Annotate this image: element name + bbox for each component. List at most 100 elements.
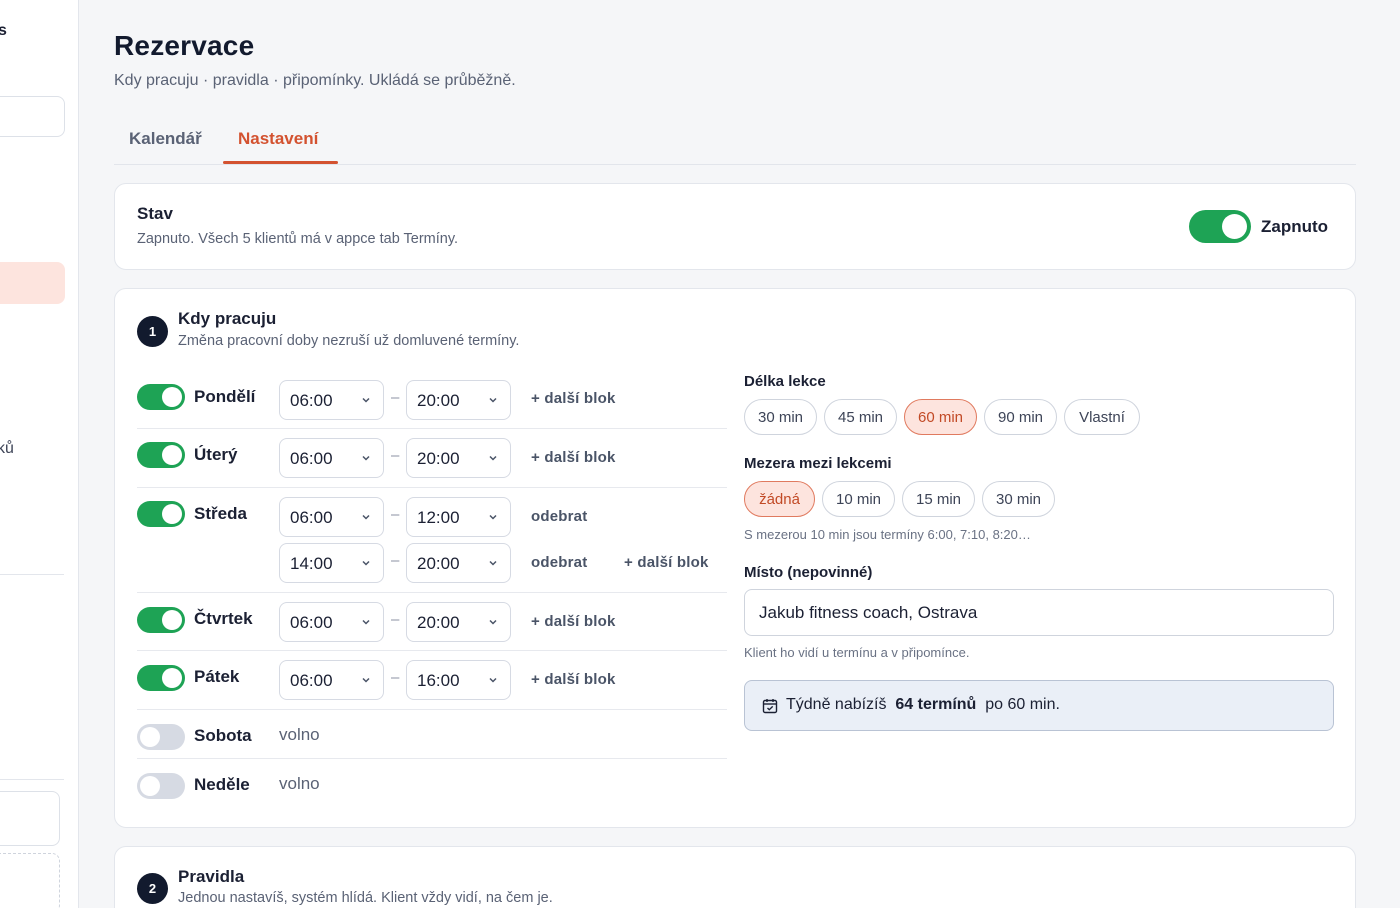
lesson-length-option[interactable]: 45 min [824, 399, 897, 435]
lesson-length-option-selected[interactable]: 60 min [904, 399, 977, 435]
add-block-link[interactable]: + další blok [624, 554, 709, 571]
chevron-down-icon [362, 677, 370, 683]
time-separator: – [391, 506, 400, 523]
weekly-slot-count: 64 termínů [895, 696, 977, 713]
sidebar-logo: s [0, 22, 7, 40]
day-name-friday: Pátek [194, 667, 240, 686]
lesson-length-label: Délka lekce [744, 373, 826, 390]
time-to-select[interactable]: 20:00 [406, 438, 511, 478]
row-divider [137, 487, 727, 488]
row-divider [137, 709, 727, 710]
time-to-select[interactable]: 20:00 [406, 543, 511, 583]
working-hours-card: 1 Kdy pracuju Změna pracovní doby nezruš… [114, 288, 1356, 828]
status-title: Stav [137, 204, 173, 223]
sidebar: s ků [0, 0, 79, 908]
place-label: Místo (nepovinné) [744, 564, 873, 581]
row-divider [137, 650, 727, 651]
time-from-select[interactable]: 06:00 [279, 497, 384, 537]
day-name-wednesday: Středa [194, 504, 247, 523]
remove-block-link[interactable]: odebrat [531, 554, 587, 571]
gap-option[interactable]: 30 min [982, 481, 1055, 517]
time-from-select[interactable]: 06:00 [279, 602, 384, 642]
gap-option[interactable]: 10 min [822, 481, 895, 517]
time-from-select[interactable]: 14:00 [279, 543, 384, 583]
chevron-down-icon [362, 455, 370, 461]
weekly-summary: Týdně nabízíš 64 termínů po 60 min. [744, 680, 1334, 731]
chevron-down-icon [362, 397, 370, 403]
page-subtitle: Kdy pracuju · pravidla · připomínky. Ukl… [114, 72, 516, 89]
time-to-select[interactable]: 16:00 [406, 660, 511, 700]
day-toggle-monday[interactable] [137, 384, 185, 410]
sidebar-add-card[interactable] [0, 853, 60, 908]
day-toggle-tuesday[interactable] [137, 442, 185, 468]
gap-option[interactable]: 15 min [902, 481, 975, 517]
row-divider [137, 758, 727, 759]
chevron-down-icon [362, 619, 370, 625]
time-separator: – [391, 447, 400, 464]
day-toggle-saturday[interactable] [137, 724, 185, 750]
day-off-label: volno [279, 774, 320, 793]
time-separator: – [391, 552, 400, 569]
place-hint: Klient ho vidí u termínu a v připomínce. [744, 645, 970, 660]
time-to-select[interactable]: 20:00 [406, 380, 511, 420]
status-card: Stav Zapnuto. Všech 5 klientů má v appce… [114, 183, 1356, 270]
section-title: Kdy pracuju [178, 309, 277, 328]
time-to-select[interactable]: 12:00 [406, 497, 511, 537]
sidebar-card[interactable] [0, 791, 60, 846]
step-badge: 2 [137, 873, 168, 904]
sidebar-search[interactable] [0, 96, 65, 137]
row-divider [137, 428, 727, 429]
rules-card: 2 Pravidla Jednou nastavíš, systém hlídá… [114, 846, 1356, 908]
time-separator: – [391, 611, 400, 628]
chevron-down-icon [362, 560, 370, 566]
sidebar-divider [0, 779, 64, 780]
day-toggle-sunday[interactable] [137, 773, 185, 799]
time-separator: – [391, 669, 400, 686]
section-title: Pravidla [178, 867, 245, 886]
time-to-select[interactable]: 20:00 [406, 602, 511, 642]
add-block-link[interactable]: + další blok [531, 671, 616, 688]
chevron-down-icon [489, 397, 497, 403]
day-name-thursday: Čtvrtek [194, 609, 253, 628]
lesson-length-custom[interactable]: Vlastní [1064, 399, 1140, 435]
time-from-select[interactable]: 06:00 [279, 380, 384, 420]
tab-settings[interactable]: Nastavení [238, 129, 318, 149]
time-from-select[interactable]: 06:00 [279, 438, 384, 478]
weekly-summary-text: Týdně nabízíš 64 termínů po 60 min. [786, 696, 1060, 713]
add-block-link[interactable]: + další blok [531, 449, 616, 466]
place-input[interactable] [744, 589, 1334, 636]
add-block-link[interactable]: + další blok [531, 613, 616, 630]
status-state-label: Zapnuto [1261, 217, 1329, 236]
time-from-select[interactable]: 06:00 [279, 660, 384, 700]
day-toggle-wednesday[interactable] [137, 501, 185, 527]
lesson-length-option[interactable]: 90 min [984, 399, 1057, 435]
booking-enabled-toggle[interactable] [1189, 210, 1251, 243]
day-name-sunday: Neděle [194, 775, 250, 794]
chevron-down-icon [362, 514, 370, 520]
sidebar-divider [0, 574, 64, 575]
remove-block-link[interactable]: odebrat [531, 508, 587, 525]
section-description: Jednou nastavíš, systém hlídá. Klient vž… [178, 890, 553, 906]
active-tab-indicator [223, 161, 338, 164]
day-toggle-thursday[interactable] [137, 607, 185, 633]
gap-option-selected[interactable]: žádná [744, 481, 815, 517]
page-title: Rezervace [114, 30, 255, 61]
gap-label: Mezera mezi lekcemi [744, 455, 892, 472]
chevron-down-icon [489, 560, 497, 566]
lesson-length-option[interactable]: 30 min [744, 399, 817, 435]
sidebar-item-active[interactable] [0, 262, 65, 304]
chevron-down-icon [489, 677, 497, 683]
time-separator: – [391, 389, 400, 406]
add-block-link[interactable]: + další blok [531, 390, 616, 407]
sidebar-item-label[interactable]: ků [0, 440, 14, 458]
gap-hint: S mezerou 10 min jsou termíny 6:00, 7:10… [744, 527, 1031, 542]
status-description: Zapnuto. Všech 5 klientů má v appce tab … [137, 231, 459, 247]
day-name-monday: Pondělí [194, 387, 256, 406]
chevron-down-icon [489, 514, 497, 520]
step-badge: 1 [137, 316, 168, 347]
day-toggle-friday[interactable] [137, 665, 185, 691]
tab-calendar[interactable]: Kalendář [129, 129, 202, 149]
day-name-saturday: Sobota [194, 726, 252, 745]
calendar-check-icon [762, 699, 778, 714]
section-description: Změna pracovní doby nezruší už domluvené… [178, 333, 520, 349]
